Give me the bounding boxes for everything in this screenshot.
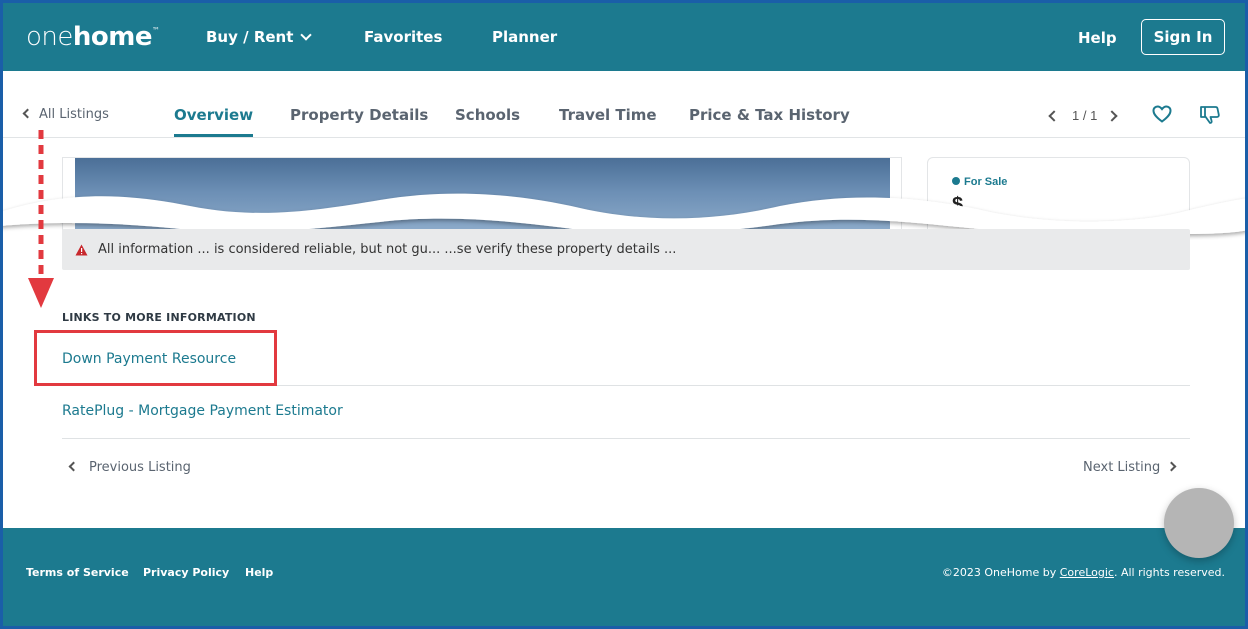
previous-listing-label: Previous Listing	[89, 460, 191, 475]
disclaimer-text: All information ... is considered reliab…	[98, 242, 677, 257]
onehome-logo[interactable]: onehome™	[26, 22, 160, 52]
all-listings-back-link[interactable]: All Listings	[22, 107, 109, 122]
all-listings-label: All Listings	[39, 107, 109, 122]
nav-buy-rent-menu[interactable]: Buy / Rent	[206, 28, 313, 46]
chevron-left-icon	[68, 461, 79, 472]
terms-of-service-link[interactable]: Terms of Service	[26, 566, 129, 579]
copyright-suffix: . All rights reserved.	[1113, 566, 1225, 579]
sign-in-button[interactable]: Sign In	[1141, 19, 1225, 55]
footer-help-link[interactable]: Help	[245, 566, 273, 579]
tab-overview[interactable]: Overview	[174, 106, 254, 137]
tab-price-tax-history[interactable]: Price & Tax History	[689, 106, 850, 124]
logo-text-one: one	[26, 22, 73, 52]
rateplug-estimator-link[interactable]: RatePlug - Mortgage Payment Estimator	[62, 403, 343, 419]
page-footer: Terms of Service Privacy Policy Help ©20…	[0, 528, 1248, 629]
tab-schools[interactable]: Schools	[455, 106, 520, 124]
chevron-right-icon	[1166, 461, 1177, 472]
disclaimer-banner: All information ... is considered reliab…	[62, 229, 1190, 270]
previous-listing-link[interactable]: Previous Listing	[68, 460, 191, 475]
link-row: RatePlug - Mortgage Payment Estimator	[62, 386, 1190, 439]
pager-count: 1 / 1	[1072, 108, 1098, 123]
copyright-prefix: ©2023 OneHome by	[941, 566, 1060, 579]
tab-property-details[interactable]: Property Details	[290, 106, 428, 124]
annotation-down-arrow-icon	[28, 130, 54, 308]
warning-icon	[75, 243, 88, 261]
corelogic-link[interactable]: CoreLogic	[1060, 566, 1114, 579]
tab-travel-time[interactable]: Travel Time	[559, 106, 657, 124]
pager-previous-icon[interactable]	[1048, 110, 1060, 122]
pager-next-icon[interactable]	[1106, 110, 1118, 122]
thumbs-down-icon[interactable]	[1199, 105, 1221, 130]
next-listing-label: Next Listing	[1083, 460, 1161, 475]
next-listing-link[interactable]: Next Listing	[1083, 460, 1177, 475]
annotation-highlight-box	[34, 330, 277, 386]
chat-widget-button[interactable]	[1164, 488, 1234, 558]
links-section-heading: LINKS TO MORE INFORMATION	[62, 311, 256, 324]
nav-buy-rent-label: Buy / Rent	[206, 28, 294, 46]
favorite-heart-icon[interactable]	[1152, 105, 1172, 128]
copyright-text: ©2023 OneHome by CoreLogic. All rights r…	[942, 566, 1225, 579]
logo-text-home: home	[72, 22, 153, 52]
top-navigation-bar: onehome™ Buy / Rent Favorites Planner He…	[0, 0, 1248, 71]
nav-help[interactable]: Help	[1078, 29, 1117, 47]
listing-subnav: All Listings Overview Property Details S…	[0, 71, 1248, 138]
chevron-left-icon	[22, 108, 33, 119]
logo-trademark: ™	[152, 26, 160, 35]
nav-favorites[interactable]: Favorites	[364, 28, 442, 46]
privacy-policy-link[interactable]: Privacy Policy	[143, 566, 229, 579]
chevron-down-icon	[300, 29, 313, 41]
nav-planner[interactable]: Planner	[492, 28, 557, 46]
